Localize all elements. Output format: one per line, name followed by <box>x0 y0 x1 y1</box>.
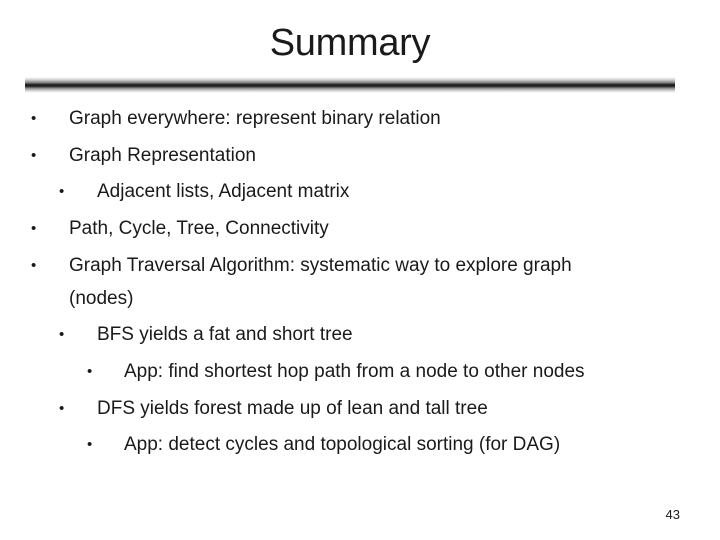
list-item: • Graph everywhere: represent binary rel… <box>0 106 720 132</box>
list-item-text: Path, Cycle, Tree, Connectivity <box>69 218 329 239</box>
list-item-text: Graph Representation <box>69 145 256 166</box>
page-number: 43 <box>665 507 680 522</box>
list-item-text: BFS yields a fat and short tree <box>97 324 353 345</box>
slide-title: Summary <box>269 22 431 64</box>
bullet-icon: • <box>59 400 65 417</box>
list-item-continuation: (nodes) <box>0 286 720 312</box>
bullet-icon: • <box>59 183 65 200</box>
list-item-text: Adjacent lists, Adjacent matrix <box>97 181 350 202</box>
bullet-icon: • <box>31 147 37 164</box>
title-divider <box>25 77 675 93</box>
bullet-icon: • <box>31 257 37 274</box>
list-item: • App: detect cycles and topological sor… <box>0 432 720 458</box>
list-item-text: (nodes) <box>69 288 134 309</box>
list-item: • App: find shortest hop path from a nod… <box>0 359 720 385</box>
bullet-icon: • <box>87 436 93 453</box>
list-item: • Path, Cycle, Tree, Connectivity <box>0 216 720 242</box>
list-item: • Graph Traversal Algorithm: systematic … <box>0 253 720 279</box>
list-item: • Adjacent lists, Adjacent matrix <box>0 179 720 205</box>
bullet-icon: • <box>59 326 65 343</box>
bullet-icon: • <box>31 220 37 237</box>
list-item-text: Graph Traversal Algorithm: systematic wa… <box>69 255 572 276</box>
list-item-text: App: find shortest hop path from a node … <box>124 361 585 382</box>
list-item: • BFS yields a fat and short tree <box>0 322 720 348</box>
list-item: • DFS yields forest made up of lean and … <box>0 396 720 422</box>
bullet-icon: • <box>31 110 37 127</box>
list-item-text: DFS yields forest made up of lean and ta… <box>97 398 488 419</box>
list-item: • Graph Representation <box>0 143 720 169</box>
list-item-text: Graph everywhere: represent binary relat… <box>69 108 441 129</box>
list-item-text: App: detect cycles and topological sorti… <box>124 434 561 455</box>
bullet-icon: • <box>87 363 93 380</box>
